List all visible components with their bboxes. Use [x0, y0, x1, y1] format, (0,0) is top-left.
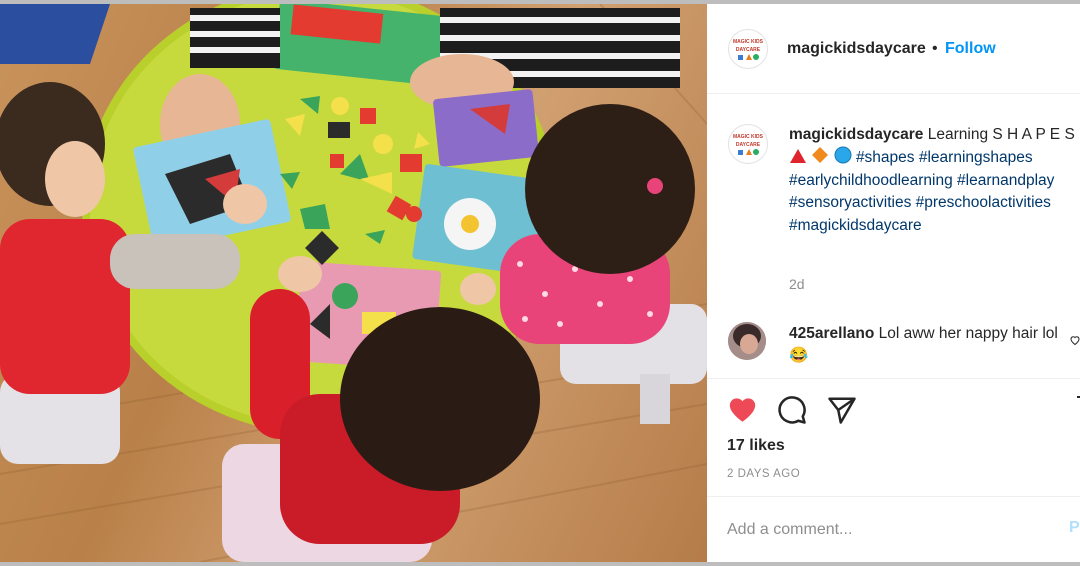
hashtag-sensoryactivities[interactable]: #sensoryactivities: [789, 194, 911, 211]
header-username[interactable]: magickidsdaycare: [787, 40, 926, 58]
photo-illustration: [0, 4, 707, 562]
hashtag-earlychildhoodlearning[interactable]: #earlychildhoodlearning: [789, 172, 953, 189]
caption-avatar-logo-icon: [738, 149, 759, 155]
hashtag-learningshapes[interactable]: #learningshapes: [919, 149, 1033, 166]
laughing-emoji: 😂: [789, 347, 809, 365]
profile-avatar[interactable]: MAGIC KIDS DAYCARE: [728, 29, 768, 69]
post-caption: magickidsdaycare Learning S H A P E S #s…: [789, 124, 1079, 237]
header-separator: •: [932, 40, 938, 57]
window-bottom-edge: [0, 562, 1080, 566]
blue-circle-icon: [834, 146, 852, 164]
hashtag-preschoolactivities[interactable]: #preschoolactivities: [916, 194, 1051, 211]
post-header: MAGIC KIDS DAYCARE magickidsdaycare • Fo…: [707, 4, 1080, 94]
commenter-avatar-image: [728, 322, 766, 360]
share-icon[interactable]: [827, 395, 857, 425]
caption-age: 2d: [789, 276, 805, 292]
caption-text: Learning S H A P E S: [927, 126, 1075, 143]
like-heart-icon[interactable]: [727, 395, 758, 423]
post-timestamp: 2 DAYS AGO: [727, 468, 801, 480]
comment-username[interactable]: 425arellano: [789, 325, 874, 342]
caption-avatar[interactable]: MAGIC KIDS DAYCARE: [728, 124, 768, 164]
comment-text: Lol aww her nappy hair lol: [878, 325, 1058, 342]
post-details-panel: MAGIC KIDS DAYCARE magickidsdaycare • Fo…: [707, 4, 1080, 562]
hashtag-shapes[interactable]: #shapes: [856, 149, 915, 166]
post-actions: 17 likes 2 DAYS AGO: [707, 378, 1080, 497]
red-triangle-icon: [790, 149, 806, 164]
add-comment-bar: Post: [707, 496, 1080, 563]
comment: 425arellano Lol aww her nappy hair lol 😂: [789, 323, 1059, 368]
commenter-avatar[interactable]: [728, 322, 766, 360]
likes-count[interactable]: 17 likes: [727, 437, 785, 455]
avatar-logo-icon: [738, 54, 759, 60]
hashtag-magickidsdaycare[interactable]: #magickidsdaycare: [789, 217, 922, 234]
hashtag-learnandplay[interactable]: #learnandplay: [957, 172, 1054, 189]
comment-like-icon[interactable]: [1069, 334, 1080, 346]
follow-button[interactable]: Follow: [945, 40, 996, 58]
post-photo[interactable]: [0, 4, 707, 562]
caption-username[interactable]: magickidsdaycare: [789, 126, 923, 143]
post-comment-button[interactable]: Post: [1069, 519, 1080, 537]
orange-diamond-icon: [812, 147, 829, 164]
add-comment-input[interactable]: [725, 517, 1029, 543]
save-bookmark-icon[interactable]: [1075, 395, 1080, 425]
comment-icon[interactable]: [777, 395, 807, 425]
